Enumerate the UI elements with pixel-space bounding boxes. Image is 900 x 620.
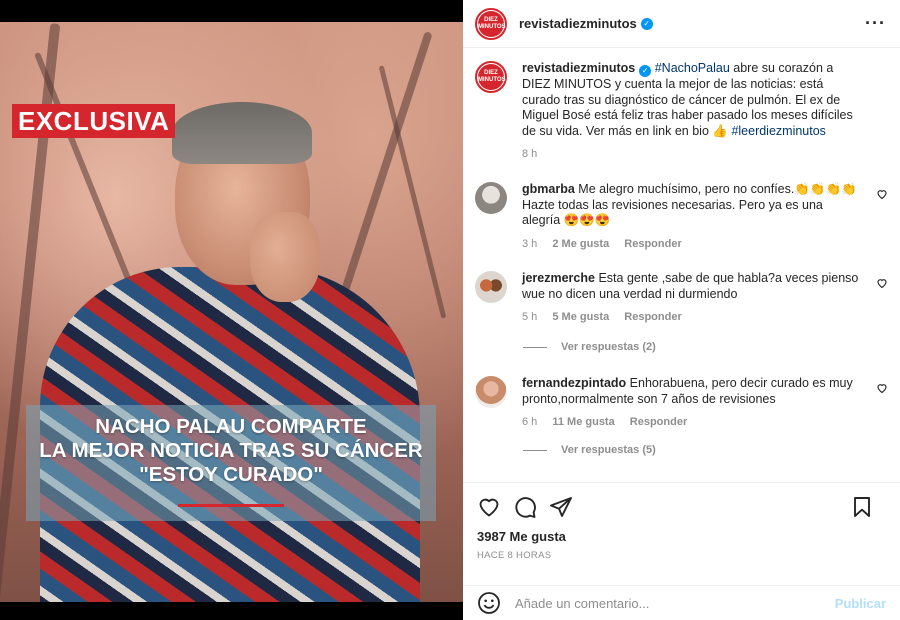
comment-composer: Publicar (463, 585, 900, 620)
person-hair (172, 102, 312, 164)
comment-body: fernandezpintado Enhorabuena, pero decir… (522, 376, 862, 431)
comment-time[interactable]: 3 h (522, 238, 537, 250)
emoji-icon[interactable] (477, 591, 501, 615)
logo-text: MINUTOS (478, 77, 506, 83)
reply-button[interactable]: Responder (624, 311, 681, 323)
likes-count[interactable]: 3987 Me gusta (477, 529, 886, 544)
comment-username[interactable]: fernandezpintado (522, 376, 626, 390)
headline-underline (178, 504, 284, 507)
action-icons (477, 495, 886, 519)
caption-text: revistadiezminutos ✓ #NachoPalau abre su … (522, 61, 862, 139)
reply-button[interactable]: Responder (630, 416, 687, 428)
comment-meta: 3 h 2 Me gusta Responder (522, 237, 862, 253)
logo-text: DIEZ (484, 16, 498, 23)
heart-icon[interactable] (876, 382, 888, 394)
verified-icon: ✓ (639, 65, 652, 77)
hashtag-link[interactable]: #leerdiezminutos (731, 124, 826, 138)
heart-icon[interactable] (876, 277, 888, 289)
background-branch (378, 65, 447, 319)
publish-button[interactable]: Publicar (835, 596, 886, 611)
comment-likes[interactable]: 5 Me gusta (552, 311, 609, 323)
reply-button[interactable]: Responder (624, 238, 681, 250)
comment-likes[interactable]: 2 Me gusta (552, 238, 609, 250)
replies-divider (523, 346, 547, 348)
comment-username[interactable]: gbmarba (522, 182, 575, 196)
view-replies-label: Ver respuestas (2) (561, 341, 656, 353)
header-username[interactable]: revistadiezminutos (519, 16, 637, 31)
post-actions: 3987 Me gusta HACE 8 HORAS (463, 482, 900, 578)
comment-meta: 6 h 11 Me gusta Responder (522, 415, 862, 431)
post-timestamp: HACE 8 HORAS (477, 550, 552, 561)
headline-box: NACHO PALAU COMPARTE LA MEJOR NOTICIA TR… (26, 405, 436, 521)
caption-meta: 8 h (522, 147, 862, 163)
replies-divider (523, 449, 547, 451)
comment-time[interactable]: 6 h (522, 416, 537, 428)
caption: DIEZ MINUTOS revistadiezminutos ✓ #NachoP… (475, 61, 888, 163)
logo-text: DIEZ (484, 70, 498, 76)
view-replies-label: Ver respuestas (5) (561, 444, 656, 456)
caption-body: revistadiezminutos ✓ #NachoPalau abre su … (522, 61, 862, 163)
comment-likes[interactable]: 11 Me gusta (552, 416, 614, 428)
post-header: DIEZ MINUTOS revistadiezminutos ✓ ··· (463, 0, 900, 48)
comment-input[interactable] (515, 595, 835, 611)
brand-logo: DIEZ MINUTOS (478, 10, 506, 37)
hashtag-link[interactable]: #NachoPalau (655, 61, 730, 75)
bookmark-icon[interactable] (850, 495, 874, 519)
headline-line: "ESTOY CURADO" (139, 463, 323, 486)
view-replies-button[interactable]: Ver respuestas (2) (523, 341, 656, 353)
exclusive-badge: EXCLUSIVA (12, 104, 176, 138)
brand-logo: DIEZ MINUTOS (478, 64, 506, 90)
avatar[interactable]: DIEZ MINUTOS (475, 61, 507, 93)
heart-icon[interactable] (477, 495, 501, 519)
comment-time[interactable]: 5 h (522, 311, 537, 323)
caption-time[interactable]: 8 h (522, 148, 537, 160)
avatar[interactable] (475, 376, 507, 408)
comment-body: gbmarba Me alegro muchísimo, pero no con… (522, 182, 862, 252)
post-image[interactable]: EXCLUSIVA NACHO PALAU COMPARTE LA MEJOR … (0, 22, 463, 602)
headline-line: NACHO PALAU COMPARTE (95, 415, 367, 438)
person-hand (250, 212, 320, 302)
comment: fernandezpintado Enhorabuena, pero decir… (475, 376, 888, 431)
comment-username[interactable]: jerezmerche (522, 271, 595, 285)
avatar[interactable] (475, 271, 507, 303)
more-options-icon[interactable]: ··· (865, 13, 886, 34)
avatar[interactable]: DIEZ MINUTOS (475, 7, 507, 40)
comment: gbmarba Me alegro muchísimo, pero no con… (475, 182, 888, 252)
headline-line: LA MEJOR NOTICIA TRAS SU CÁNCER (39, 439, 423, 462)
caption-username[interactable]: revistadiezminutos (522, 61, 635, 75)
comments-feed[interactable]: DIEZ MINUTOS revistadiezminutos ✓ #NachoP… (463, 49, 900, 481)
heart-icon[interactable] (876, 188, 888, 200)
logo-text: MINUTOS (478, 23, 506, 30)
share-icon[interactable] (549, 495, 573, 519)
comment-body: jerezmerche Esta gente ,sabe de que habl… (522, 271, 862, 326)
verified-icon: ✓ (640, 17, 653, 30)
comment: jerezmerche Esta gente ,sabe de que habl… (475, 271, 888, 326)
avatar[interactable] (475, 182, 507, 214)
post-sidebar: DIEZ MINUTOS revistadiezminutos ✓ ··· DI… (463, 0, 900, 620)
comment-meta: 5 h 5 Me gusta Responder (522, 310, 862, 326)
comment-icon[interactable] (513, 495, 537, 519)
view-replies-button[interactable]: Ver respuestas (5) (523, 444, 656, 456)
